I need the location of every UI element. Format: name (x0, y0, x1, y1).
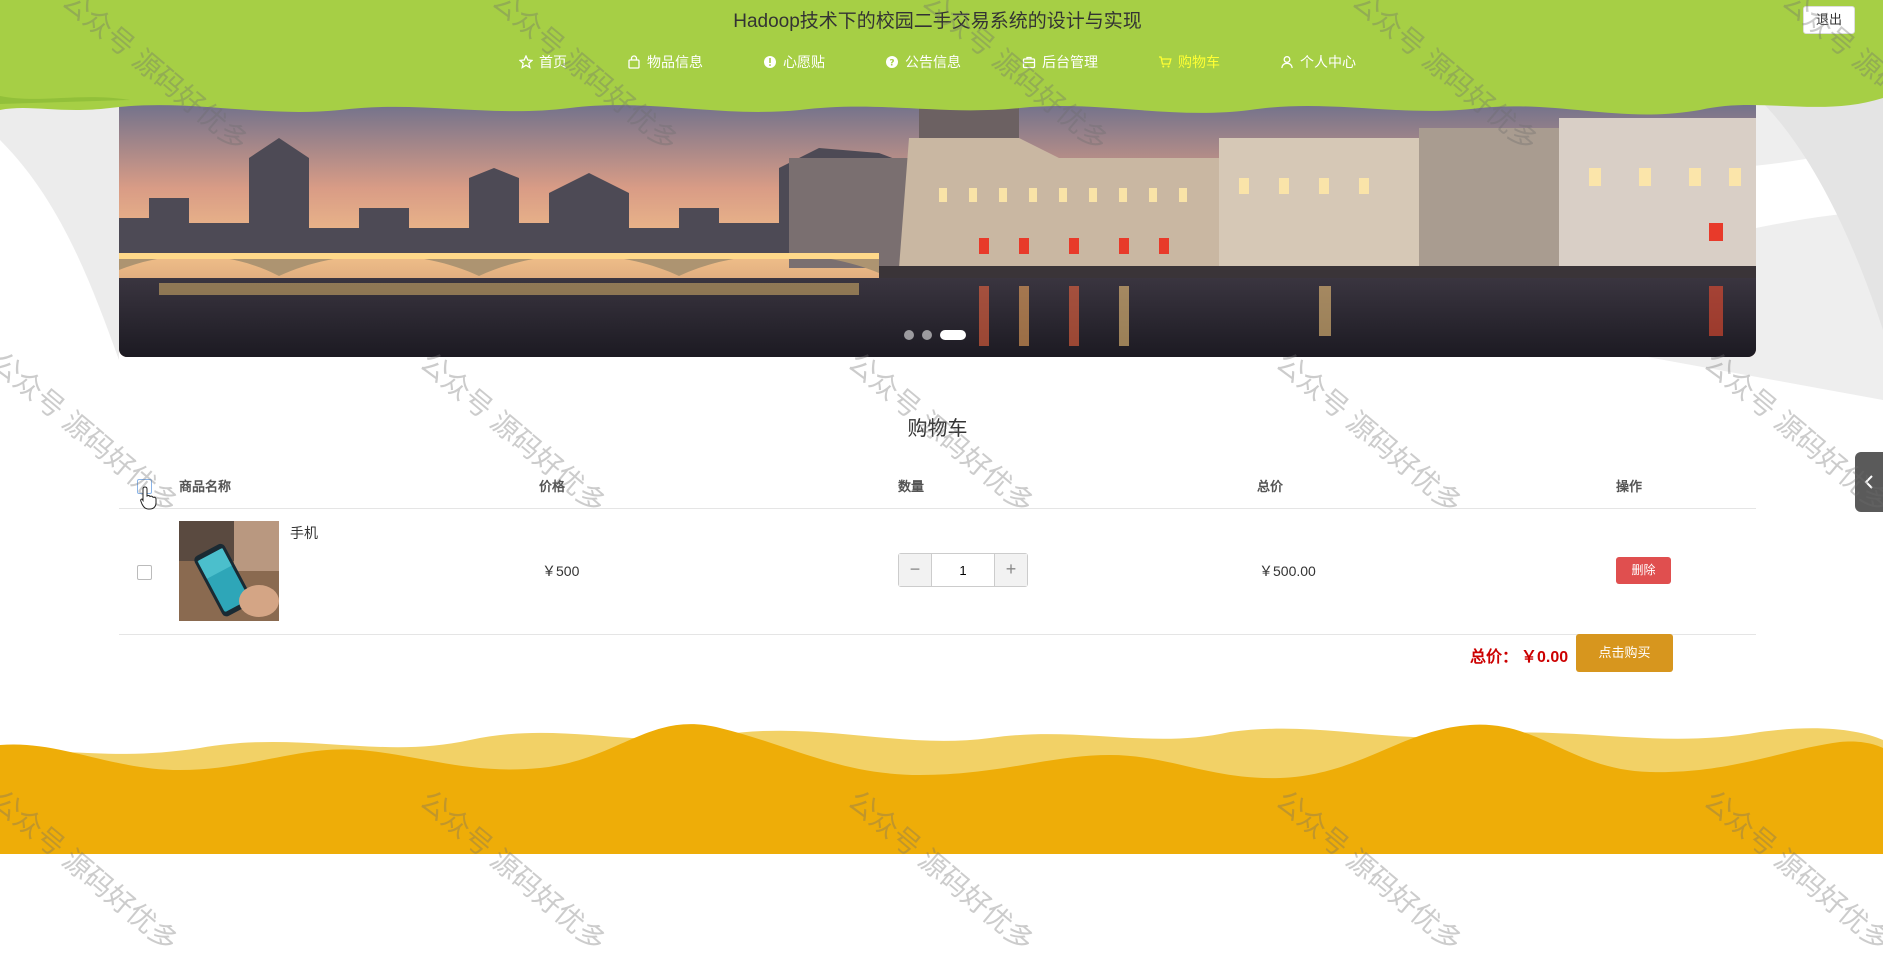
star-icon (519, 55, 533, 69)
total-value: ￥0.00 (1521, 649, 1569, 666)
buy-button[interactable]: 点击购买 (1576, 634, 1673, 672)
bag-icon (628, 55, 640, 69)
carousel-dot-1[interactable] (904, 330, 914, 340)
select-all-checkbox[interactable] (137, 479, 152, 494)
quantity-stepper: − + (898, 553, 1028, 587)
nav-item-label: 首页 (539, 54, 567, 70)
delete-button[interactable]: 删除 (1616, 557, 1671, 584)
quantity-decrease-button[interactable]: − (899, 554, 931, 586)
nav-item-wishes[interactable]: 心愿贴 (763, 52, 825, 72)
banner-carousel[interactable] (119, 98, 1756, 357)
nav-item-notices[interactable]: ? 公告信息 (885, 52, 961, 72)
column-header-name: 商品名称 (179, 479, 232, 494)
quantity-increase-button[interactable]: + (995, 554, 1027, 586)
quantity-input[interactable] (931, 554, 995, 586)
side-panel-toggle[interactable] (1855, 452, 1883, 512)
cart-title: 购物车 (907, 418, 968, 440)
nav-item-admin[interactable]: 后台管理 (1022, 52, 1098, 72)
banner-image (119, 98, 1756, 357)
site-header: Hadoop技术下的校园二手交易系统的设计与实现 首页 物品信息 心愿贴 ? 公… (0, 0, 1883, 120)
chevron-left-icon (1864, 475, 1873, 489)
column-header-quantity: 数量 (898, 479, 925, 494)
main-nav: 首页 物品信息 心愿贴 ? 公告信息 后台管理 购物车 个人中心 (0, 52, 1883, 76)
cart-table: 商品名称 价格 数量 总价 操作 手机 ￥500 − + (119, 468, 1756, 635)
nav-item-label: 后台管理 (1042, 54, 1098, 70)
cart-summary: 总价： ￥0.00 点击购买 (0, 634, 1883, 674)
question-circle-icon: ? (886, 56, 898, 69)
row-total-price: ￥500.00 (1259, 563, 1316, 579)
row-checkbox[interactable] (137, 565, 152, 580)
cart-table-header: 商品名称 价格 数量 总价 操作 (119, 468, 1756, 509)
logout-button[interactable]: 退出 (1803, 6, 1855, 34)
phone-photo (179, 521, 279, 621)
nav-item-label: 心愿贴 (783, 54, 825, 70)
nav-item-profile[interactable]: 个人中心 (1280, 52, 1356, 72)
footer-waves (0, 724, 1883, 854)
column-header-total: 总价 (1257, 479, 1284, 494)
carousel-dot-3[interactable] (940, 330, 966, 340)
info-circle-icon (764, 56, 776, 68)
table-row: 手机 ￥500 − + ￥500.00 删除 (119, 509, 1756, 635)
carousel-dots (904, 330, 966, 340)
total-label: 总价： (1470, 649, 1519, 666)
nav-item-label: 个人中心 (1300, 54, 1356, 70)
user-icon (1281, 56, 1293, 69)
product-image[interactable] (179, 521, 279, 621)
nav-item-home[interactable]: 首页 (519, 52, 567, 72)
column-header-price: 价格 (539, 479, 566, 494)
column-header-action: 操作 (1616, 479, 1643, 494)
nav-item-label: 购物车 (1178, 54, 1220, 70)
nav-item-cart[interactable]: 购物车 (1158, 52, 1220, 72)
nav-item-label: 物品信息 (647, 54, 703, 70)
carousel-dot-2[interactable] (922, 330, 932, 340)
nav-item-label: 公告信息 (905, 54, 961, 70)
site-title: Hadoop技术下的校园二手交易系统的设计与实现 (733, 11, 1142, 32)
briefcase-icon (1022, 56, 1036, 69)
nav-item-goods[interactable]: 物品信息 (627, 52, 703, 72)
product-price: ￥500 (542, 563, 580, 579)
product-name[interactable]: 手机 (290, 523, 318, 543)
svg-text:?: ? (889, 59, 894, 69)
cart-icon (1159, 56, 1172, 68)
